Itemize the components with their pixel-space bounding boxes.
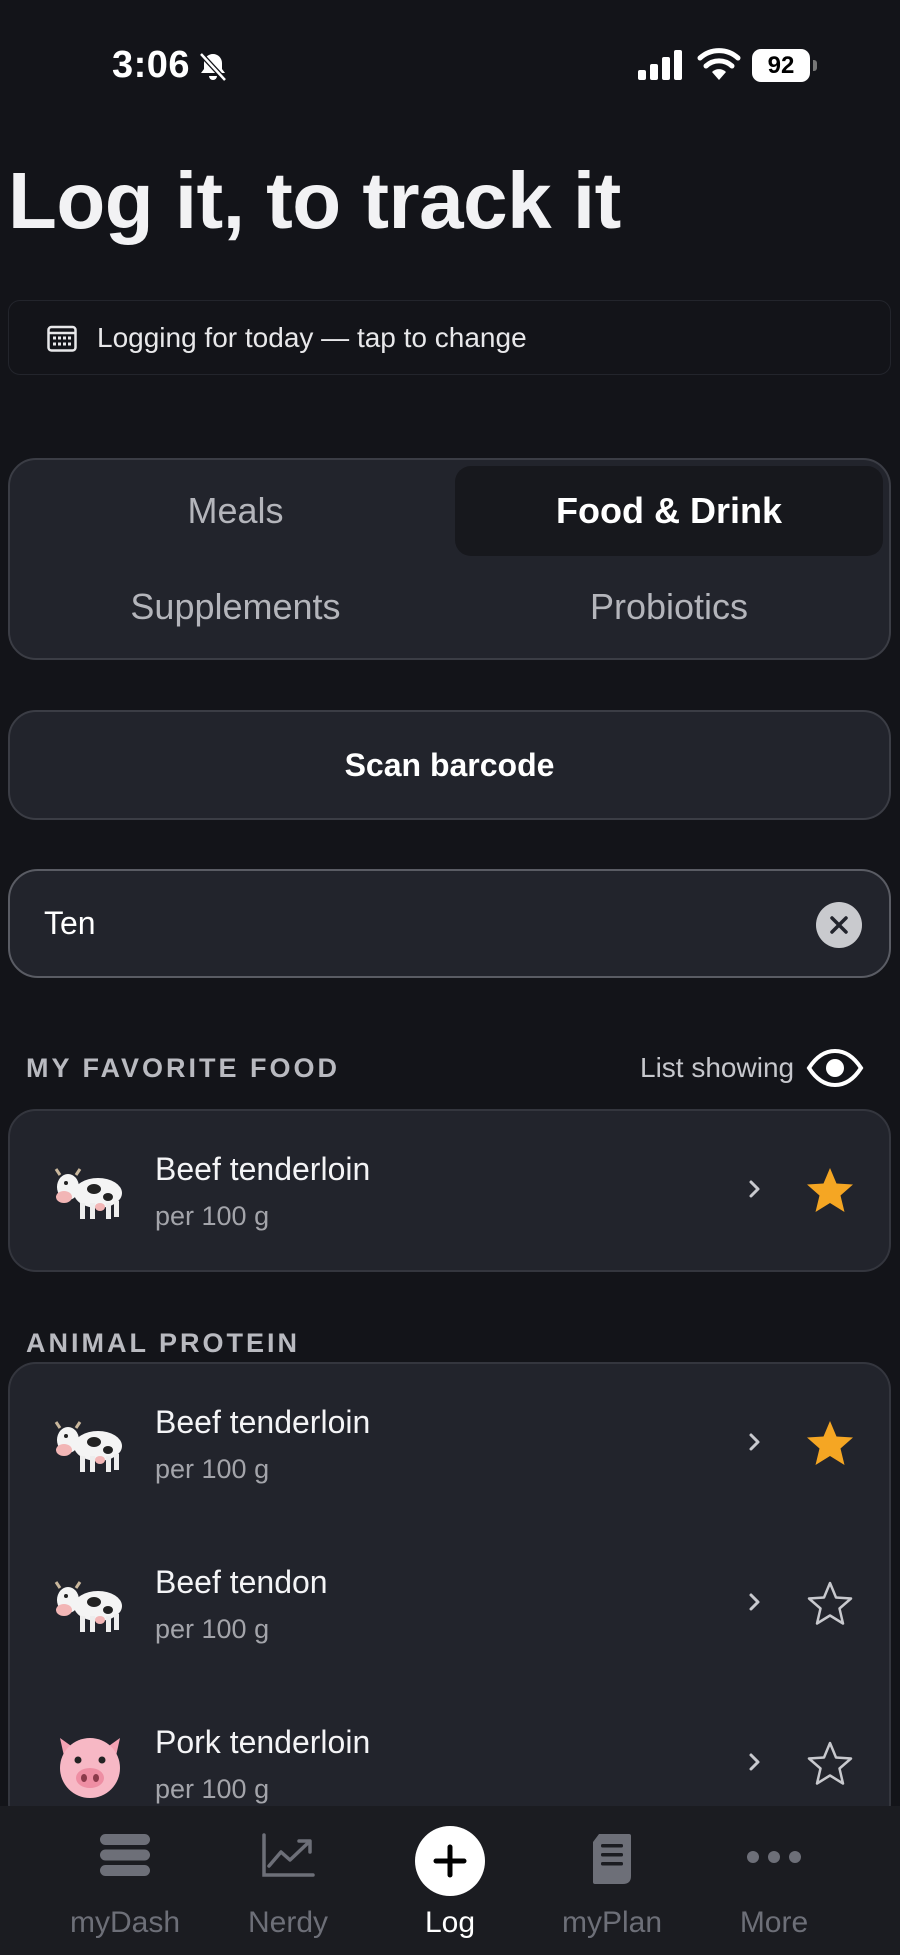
animal-protein-header: ANIMAL PROTEIN [26,1328,301,1358]
favorites-list: Beef tenderloin per 100 g [8,1109,891,1272]
tab-myplan[interactable]: myPlan [532,1806,692,1955]
log-type-selector: Meals Food & Drink Supplements Probiotic… [8,458,891,660]
bell-slash-icon [199,52,227,82]
bottom-tab-bar: myDash Nerdy Log myPlan More [0,1806,900,1955]
cow-icon [54,1168,122,1219]
plus-circle-icon [415,1826,485,1896]
date-selector[interactable]: Logging for today — tap to change [8,300,891,375]
clear-search-button[interactable] [816,902,862,948]
cow-icon [54,1421,122,1472]
list-item[interactable]: Beef tendon per 100 g [10,1524,889,1684]
list-item[interactable]: Beef tenderloin per 100 g [10,1364,889,1524]
status-time: 3:06 [112,44,191,86]
calendar-icon [47,325,77,352]
plus-icon [433,1844,467,1878]
eye-icon [806,1048,864,1088]
stack-icon [100,1834,150,1876]
tab-log[interactable]: Log [370,1806,530,1955]
food-unit: per 100 g [155,1201,270,1231]
animal-protein-list: Beef tenderloin per 100 g Beef tendon pe… [8,1362,891,1832]
battery-level: 92 [767,52,795,79]
tab-meals[interactable]: Meals [18,466,453,556]
cow-icon [54,1581,122,1632]
document-icon [593,1834,631,1884]
tab-label: More [739,1906,809,1939]
tab-more[interactable]: More [694,1806,854,1955]
food-name: Beef tenderloin [155,1151,371,1187]
status-bar: 3:06 92 [0,0,900,130]
star-outline-icon[interactable] [804,1578,856,1630]
chevron-right-icon [749,1433,760,1451]
tab-probiotics[interactable]: Probiotics [455,562,883,652]
tab-nerdy[interactable]: Nerdy [208,1806,368,1955]
cellular-signal-icon [638,50,682,80]
chart-line-icon [262,1833,315,1877]
search-input[interactable] [44,871,784,976]
chevron-right-icon [749,1753,760,1771]
wifi-icon [697,48,741,80]
food-name: Beef tendon [155,1564,328,1600]
scan-barcode-button[interactable]: Scan barcode [8,710,891,820]
star-outline-icon[interactable] [804,1738,856,1790]
tab-label: myDash [69,1906,181,1939]
tab-label: Nerdy [247,1906,329,1939]
date-selector-label: Logging for today — tap to change [97,321,527,353]
chevron-right-icon [749,1180,760,1198]
search-field [8,869,891,978]
battery-icon: 92 [752,49,818,82]
star-filled-icon[interactable] [804,1418,856,1470]
list-toggle-label: List showing [640,1052,795,1083]
screen: 3:06 92 Log it, to track it Logging for … [0,0,900,1955]
list-visibility-toggle[interactable]: List showing [640,1048,864,1088]
favorites-header: MY FAVORITE FOOD [26,1053,341,1083]
chevron-right-icon [749,1593,760,1611]
star-filled-icon[interactable] [804,1165,856,1217]
page-title: Log it, to track it [8,156,621,245]
tab-label: Log [424,1906,476,1939]
tab-supplements[interactable]: Supplements [18,562,453,652]
food-unit: per 100 g [155,1454,270,1484]
pig-icon [60,1738,120,1798]
food-unit: per 100 g [155,1774,270,1804]
tab-food-and-drink[interactable]: Food & Drink [455,466,883,556]
food-name: Beef tenderloin [155,1404,371,1440]
more-dots-icon [747,1851,801,1863]
food-name: Pork tenderloin [155,1724,371,1760]
battery-tip [813,60,817,71]
list-item[interactable]: Beef tenderloin per 100 g [10,1111,889,1270]
close-icon [830,916,848,934]
tab-label: myPlan [561,1906,663,1939]
tab-mydash[interactable]: myDash [45,1806,205,1955]
food-unit: per 100 g [155,1614,270,1644]
